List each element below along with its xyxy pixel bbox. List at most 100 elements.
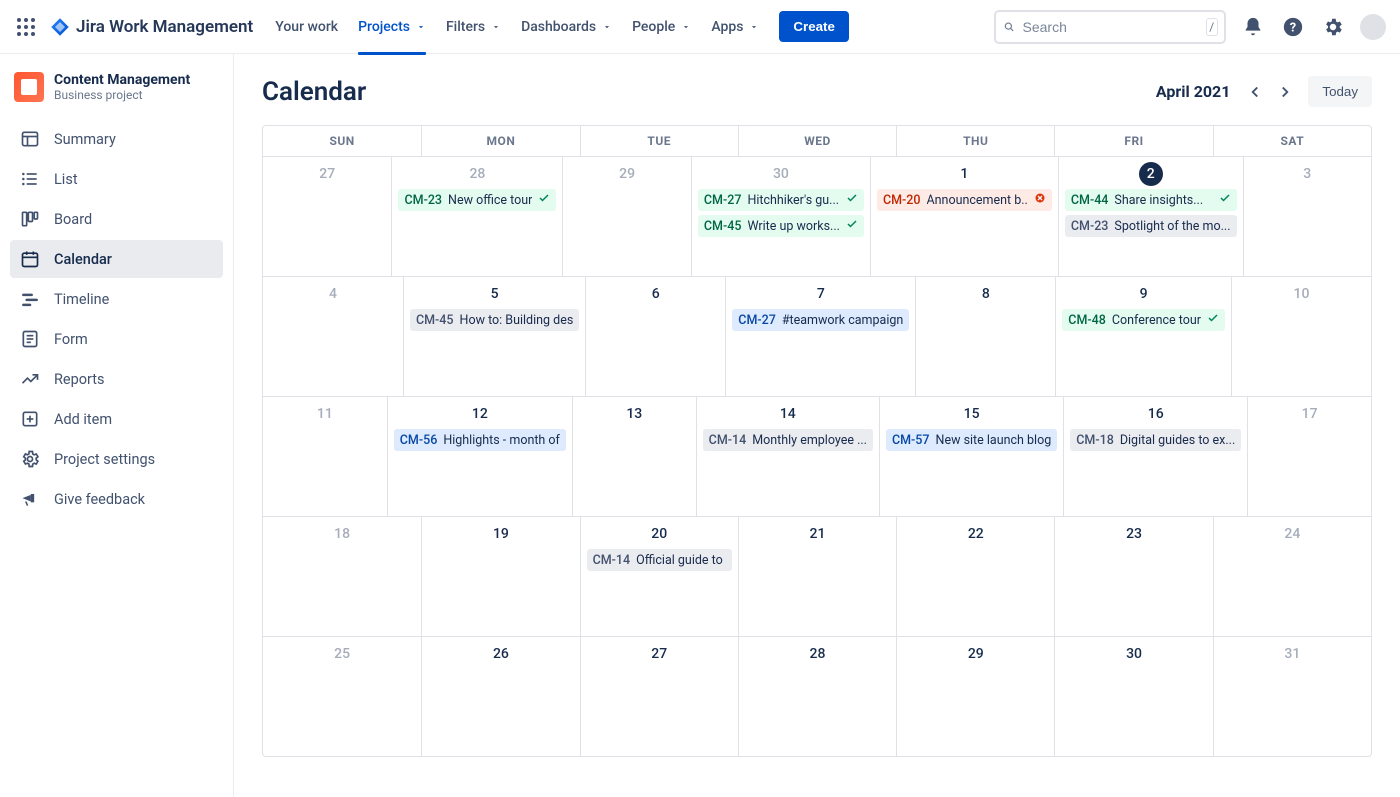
calendar-day[interactable]: 2 CM-44Share insights... CM-23Spotlight of… — [1058, 157, 1243, 276]
product-logo[interactable]: Jira Work Management — [50, 17, 253, 37]
calendar-day[interactable]: 22 — [896, 517, 1054, 636]
calendar-day[interactable]: 5CM-45How to: Building des — [403, 277, 585, 396]
profile-avatar[interactable] — [1360, 14, 1386, 40]
nav-item-your-work[interactable]: Your work — [265, 0, 348, 54]
event-card[interactable]: CM-23New office tour — [398, 189, 556, 211]
help-icon[interactable]: ? — [1280, 14, 1306, 40]
project-header[interactable]: Content Management Business project — [10, 68, 223, 116]
prev-month-button[interactable] — [1240, 77, 1270, 107]
chevron-down-icon — [602, 22, 612, 32]
calendar-day[interactable]: 28 — [738, 637, 896, 756]
day-number: 2 — [1065, 163, 1237, 185]
nav-item-people[interactable]: People — [622, 0, 701, 54]
event-title: Share insights... — [1114, 193, 1212, 208]
calendar-day[interactable]: 15CM-57New site launch blog — [879, 397, 1063, 516]
sidebar-item-board[interactable]: Board — [10, 200, 223, 238]
sidebar-item-project-settings[interactable]: Project settings — [10, 440, 223, 478]
calendar-day[interactable]: 23 — [1054, 517, 1212, 636]
calendar-day[interactable]: 8 — [915, 277, 1055, 396]
event-card[interactable]: CM-48Conference tour — [1062, 309, 1225, 331]
app-switcher-icon[interactable] — [14, 15, 38, 39]
calendar-day[interactable]: 4 — [263, 277, 403, 396]
day-number: 4 — [269, 283, 397, 305]
calendar-day[interactable]: 30 CM-27Hitchhiker's gu... CM-45Write up w… — [691, 157, 870, 276]
calendar-day[interactable]: 27 — [580, 637, 738, 756]
day-number: 30 — [1061, 643, 1206, 665]
calendar-day[interactable]: 17 — [1247, 397, 1371, 516]
calendar-day[interactable]: 16CM-18Digital guides to ex... — [1063, 397, 1247, 516]
calendar-day[interactable]: 14CM-14Monthly employee ... — [696, 397, 879, 516]
calendar-day[interactable]: 24 — [1213, 517, 1371, 636]
event-card[interactable]: CM-18Digital guides to ex... — [1070, 429, 1241, 451]
event-card[interactable]: CM-45How to: Building des — [410, 309, 579, 331]
day-of-week-header: SUNMONTUEWEDTHUFRISAT — [263, 126, 1371, 156]
calendar-day[interactable]: 21 — [738, 517, 896, 636]
dow-sun: SUN — [263, 126, 421, 156]
event-card[interactable]: CM-27#teamwork campaign — [732, 309, 909, 331]
calendar-day[interactable]: 25 — [263, 637, 421, 756]
day-number: 30 — [698, 163, 864, 185]
nav-item-apps[interactable]: Apps — [701, 0, 769, 54]
calendar-day[interactable]: 27 — [263, 157, 391, 276]
calendar-day[interactable]: 7CM-27#teamwork campaign — [725, 277, 915, 396]
event-key: CM-14 — [709, 433, 747, 448]
event-card[interactable]: CM-23Spotlight of the mo... — [1065, 215, 1237, 237]
event-key: CM-45 — [704, 219, 742, 234]
calendar-day[interactable]: 28CM-23New office tour — [391, 157, 562, 276]
calendar-day[interactable]: 6 — [585, 277, 725, 396]
event-title: #teamwork campaign — [782, 313, 903, 328]
calendar-day[interactable]: 29 — [896, 637, 1054, 756]
calendar-day[interactable]: 31 — [1213, 637, 1371, 756]
search-box[interactable]: / — [994, 10, 1226, 44]
calendar-day[interactable]: 11 — [263, 397, 387, 516]
calendar-day[interactable]: 26 — [421, 637, 579, 756]
event-key: CM-48 — [1068, 313, 1106, 328]
calendar-day[interactable]: 20CM-14Official guide to — [580, 517, 738, 636]
calendar-day[interactable]: 9CM-48Conference tour — [1055, 277, 1231, 396]
notifications-icon[interactable] — [1240, 14, 1266, 40]
sidebar-item-list[interactable]: List — [10, 160, 223, 198]
sidebar-item-give-feedback[interactable]: Give feedback — [10, 480, 223, 518]
day-number: 10 — [1238, 283, 1365, 305]
event-card[interactable]: CM-27Hitchhiker's gu... — [698, 189, 864, 211]
timeline-icon — [20, 289, 40, 309]
calendar-day[interactable]: 19 — [421, 517, 579, 636]
next-month-button[interactable] — [1270, 77, 1300, 107]
sidebar-item-timeline[interactable]: Timeline — [10, 280, 223, 318]
sidebar-item-label: List — [54, 171, 78, 188]
event-card[interactable]: CM-14Official guide to — [587, 549, 732, 571]
calendar-day[interactable]: 18 — [263, 517, 421, 636]
nav-item-dashboards[interactable]: Dashboards — [511, 0, 622, 54]
event-card[interactable]: CM-44Share insights... — [1065, 189, 1237, 211]
event-card[interactable]: CM-45Write up works... — [698, 215, 864, 237]
day-number: 27 — [269, 163, 385, 185]
calendar-day[interactable]: 29 — [562, 157, 690, 276]
create-button[interactable]: Create — [779, 11, 849, 42]
sidebar-item-calendar[interactable]: Calendar — [10, 240, 223, 278]
calendar-day[interactable]: 10 — [1231, 277, 1371, 396]
calendar-day[interactable]: 12CM-56Highlights - month of — [387, 397, 572, 516]
dow-wed: WED — [738, 126, 896, 156]
sidebar-item-add-item[interactable]: Add item — [10, 400, 223, 438]
event-card[interactable]: CM-57New site launch blog — [886, 429, 1057, 451]
sidebar-item-form[interactable]: Form — [10, 320, 223, 358]
day-number: 29 — [569, 163, 684, 185]
today-button[interactable]: Today — [1308, 76, 1372, 107]
settings-icon[interactable] — [1320, 14, 1346, 40]
nav-item-projects[interactable]: Projects — [348, 0, 436, 54]
calendar-day[interactable]: 13 — [572, 397, 696, 516]
sidebar-item-summary[interactable]: Summary — [10, 120, 223, 158]
jira-logo-icon — [50, 17, 70, 37]
search-input[interactable] — [1021, 18, 1206, 36]
sidebar-item-reports[interactable]: Reports — [10, 360, 223, 398]
calendar-day[interactable]: 1CM-20Announcement b.. — [870, 157, 1058, 276]
day-number: 25 — [269, 643, 415, 665]
nav-item-filters[interactable]: Filters — [436, 0, 511, 54]
calendar-day[interactable]: 30 — [1054, 637, 1212, 756]
calendar-week: 25 26272829 30 31 — [263, 636, 1371, 756]
event-card[interactable]: CM-14Monthly employee ... — [703, 429, 873, 451]
event-card[interactable]: CM-56Highlights - month of — [394, 429, 566, 451]
event-key: CM-18 — [1076, 433, 1114, 448]
calendar-day[interactable]: 3 — [1243, 157, 1371, 276]
event-card[interactable]: CM-20Announcement b.. — [877, 189, 1052, 211]
